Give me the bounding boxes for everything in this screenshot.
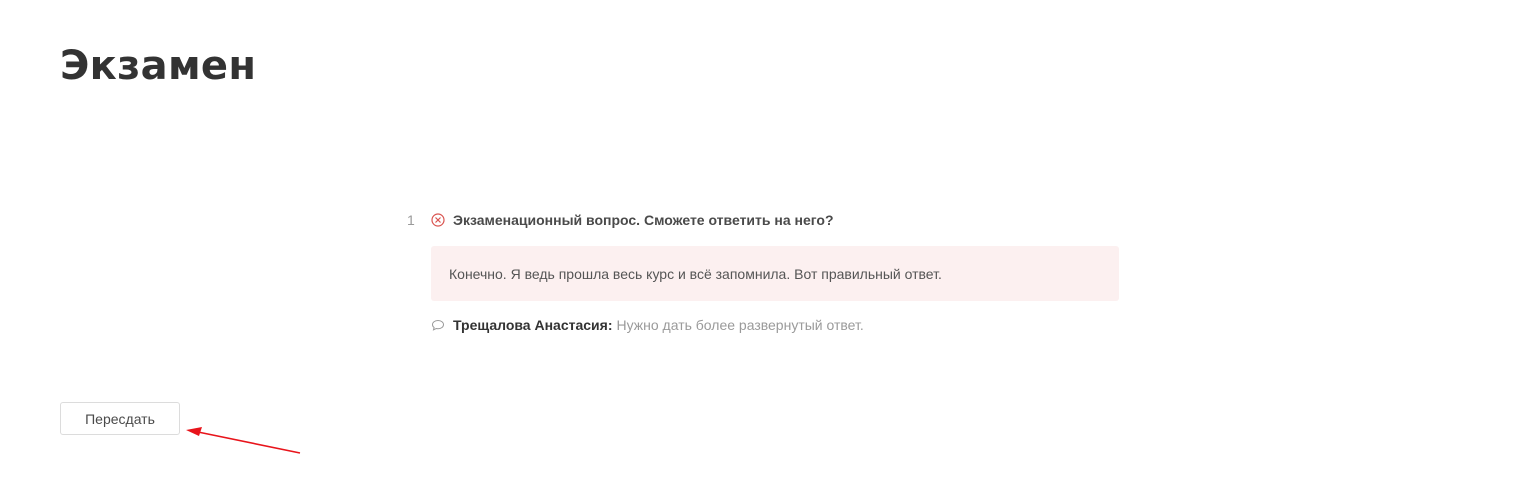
question-number: 1: [407, 212, 415, 228]
speech-bubble-icon: [431, 318, 445, 332]
retake-button[interactable]: Пересдать: [60, 402, 180, 435]
question-text: Экзаменационный вопрос. Сможете ответить…: [453, 212, 834, 228]
comment-author: Трещалова Анастасия:: [453, 317, 613, 333]
question-header: 1 Экзаменационный вопрос. Сможете ответи…: [400, 208, 1120, 232]
comment-text: Нужно дать более развернутый ответ.: [616, 317, 864, 333]
answer-text: Конечно. Я ведь прошла весь курс и всё з…: [449, 265, 942, 282]
question-item: 1 Экзаменационный вопрос. Сможете ответи…: [400, 208, 1120, 335]
incorrect-circle-x-icon: [431, 213, 445, 227]
page-title: Экзамен: [60, 43, 257, 89]
annotation-arrow-icon: [186, 427, 301, 454]
reviewer-comment: Трещалова Анастасия: Нужно дать более ра…: [431, 315, 1120, 335]
answer-box: Конечно. Я ведь прошла весь курс и всё з…: [431, 246, 1119, 301]
